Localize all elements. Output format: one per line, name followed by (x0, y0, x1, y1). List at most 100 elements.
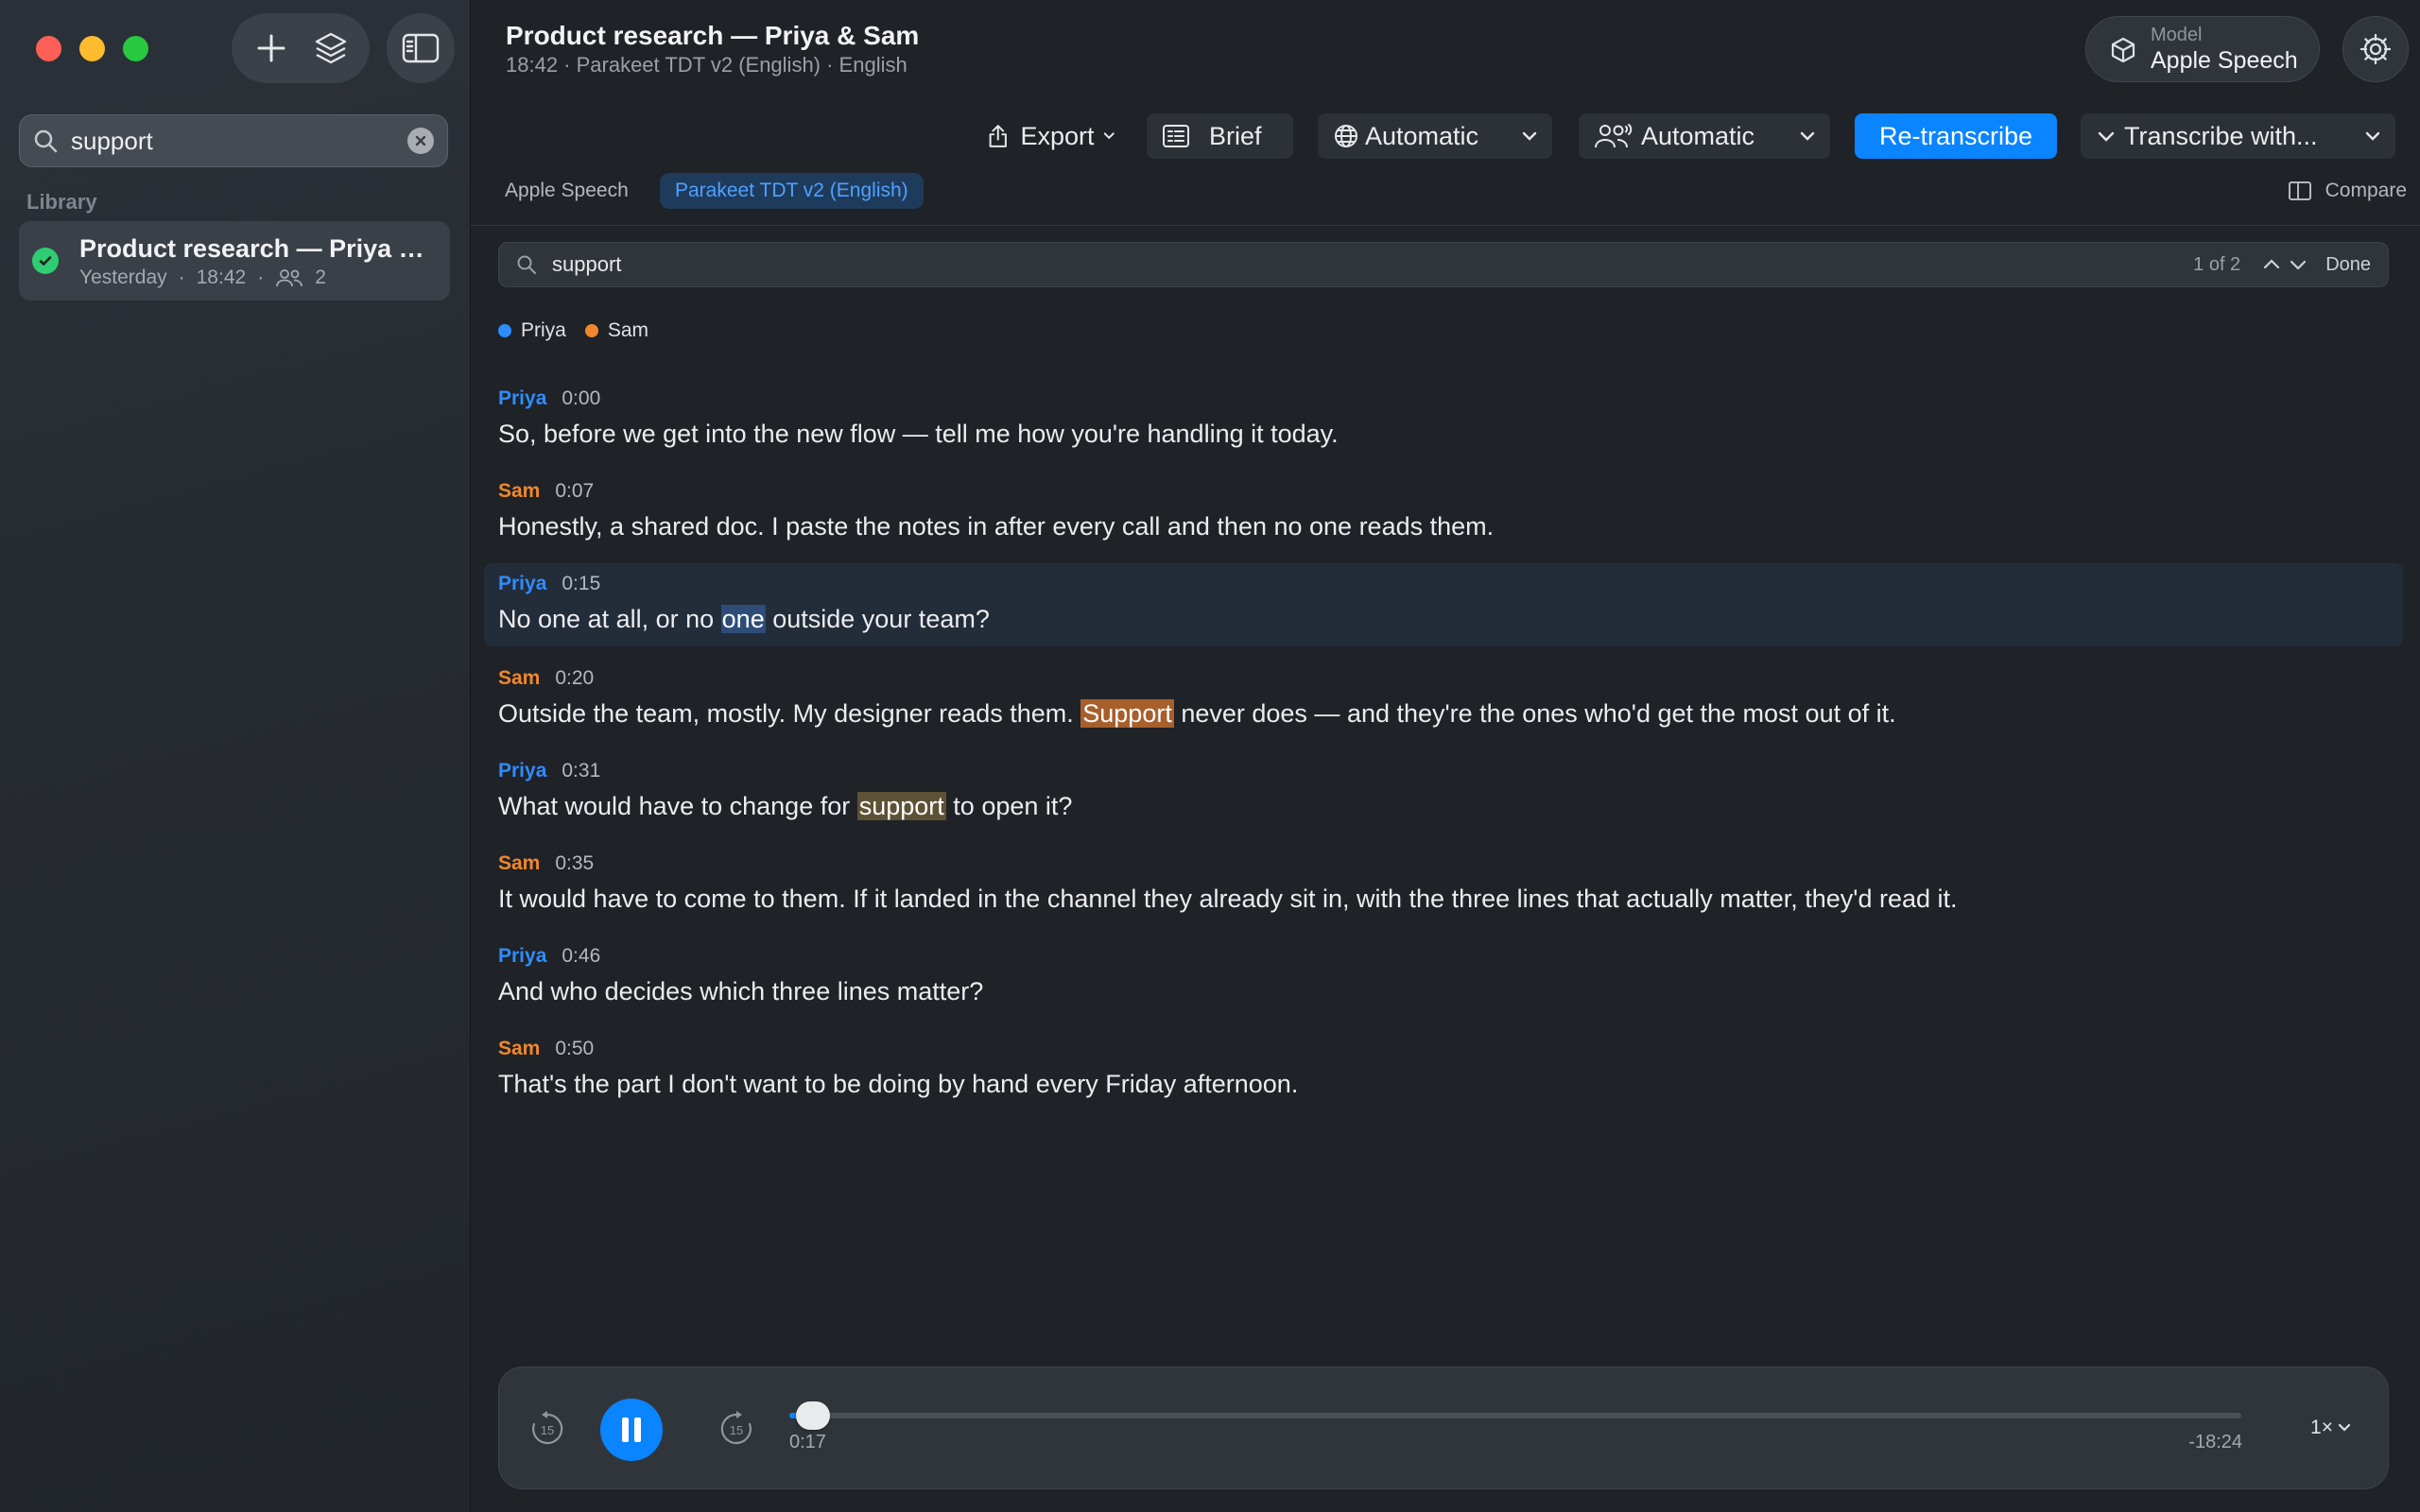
chevron-down-icon (2365, 131, 2380, 141)
segment-time[interactable]: 0:20 (555, 667, 594, 690)
new-recording-button[interactable] (245, 22, 298, 75)
clear-search-button[interactable] (407, 128, 434, 154)
skip-back-button[interactable]: 15 (527, 1409, 567, 1449)
transcript-segment-active[interactable]: Priya 0:15 No one at all, or no one outsi… (484, 563, 2403, 646)
brief-button[interactable]: Brief (1147, 113, 1293, 159)
pause-button[interactable] (600, 1399, 663, 1461)
brief-label: Brief (1209, 121, 1262, 150)
speaker-name: Sam (498, 667, 541, 689)
speakers-dropdown[interactable]: Automatic (1579, 113, 1830, 159)
speaker-name: Sam (498, 852, 541, 874)
segment-time[interactable]: 0:46 (562, 945, 600, 968)
transcript-segment[interactable]: Priya 0:46 And who decides which three li… (498, 945, 2389, 1006)
app-window: support Library Product research — Priya… (0, 0, 2420, 1512)
scrubber-handle[interactable] (795, 1401, 830, 1430)
playback-scrubber[interactable] (789, 1401, 2241, 1430)
audio-player: 15 15 0:17 -18:24 1× (498, 1366, 2389, 1489)
legend-dot (498, 324, 511, 337)
transcript-segment[interactable]: Sam 0:20 Outside the team, mostly. My des… (498, 667, 2389, 729)
current-word-highlight: one (720, 605, 766, 633)
language-dropdown[interactable]: Automatic (1318, 113, 1552, 159)
tab-apple-speech[interactable]: Apple Speech (490, 173, 644, 209)
segment-time[interactable]: 0:00 (562, 387, 600, 410)
library-section-label: Library (26, 190, 97, 214)
skip-back-15-icon: 15 (532, 1411, 563, 1445)
page-subtitle: 18:42 · Parakeet TDT v2 (English) · Engl… (506, 53, 908, 77)
segment-time[interactable]: 0:31 (562, 760, 600, 782)
playback-speed-dropdown[interactable]: 1× (2310, 1417, 2352, 1439)
skip-forward-seconds: 15 (730, 1423, 743, 1437)
layers-button[interactable] (304, 22, 357, 75)
speaker-name: Sam (498, 1038, 541, 1059)
chevron-down-icon (2338, 1423, 2351, 1432)
window-minimize-button[interactable] (79, 36, 105, 61)
plus-icon (257, 34, 285, 62)
language-value: Automatic (1365, 121, 1479, 150)
sidebar-search-field[interactable]: support (19, 114, 448, 167)
text-part: What would have to change for (498, 792, 857, 820)
library-item-participants: 2 (315, 266, 326, 288)
meta-separator: · (178, 266, 185, 288)
settings-button[interactable] (2342, 16, 2409, 82)
segment-time[interactable]: 0:50 (555, 1038, 594, 1060)
find-done-button[interactable]: Done (2325, 254, 2371, 276)
legend-label: Priya (521, 319, 566, 341)
segment-time[interactable]: 0:15 (562, 573, 600, 595)
transcript-segment[interactable]: Priya 0:31 What would have to change for … (498, 760, 2389, 821)
chevron-up-icon[interactable] (2261, 257, 2282, 272)
text-part: never does — and they're the ones who'd … (1173, 699, 1896, 728)
skip-forward-15-icon: 15 (720, 1411, 752, 1445)
segment-text: And who decides which three lines matter… (498, 977, 984, 1005)
transcript-segment[interactable]: Sam 0:35 It would have to come to them. I… (498, 852, 2389, 914)
legend-dot (584, 324, 598, 337)
checkmark-icon (32, 248, 59, 274)
pause-icon (622, 1418, 641, 1442)
segment-text: Outside the team, mostly. My designer re… (498, 699, 2389, 729)
transcript-segment[interactable]: Sam 0:07 Honestly, a shared doc. I paste … (498, 480, 2389, 541)
transcribe-with-label: Transcribe with... (2124, 121, 2318, 150)
playback-speed-value: 1× (2310, 1417, 2333, 1438)
export-button[interactable]: Export (972, 113, 1131, 159)
document-icon (1163, 125, 1189, 147)
find-input[interactable]: support (552, 252, 2193, 277)
retranscribe-button[interactable]: Re-transcribe (1855, 113, 2057, 159)
sidebar-actions (232, 13, 370, 83)
segment-time[interactable]: 0:35 (555, 852, 594, 875)
library-item[interactable]: Product research — Priya & S... Yesterda… (19, 221, 450, 301)
sidebar-search-input[interactable]: support (71, 127, 407, 156)
legend-item-sam: Sam (584, 319, 649, 342)
skip-back-seconds: 15 (541, 1423, 554, 1437)
tab-parakeet[interactable]: Parakeet TDT v2 (English) (660, 173, 924, 209)
find-bar: support 1 of 2 Done (498, 242, 2389, 287)
speaker-name: Priya (498, 945, 547, 967)
model-selector-button[interactable]: Model Apple Speech (2085, 16, 2320, 82)
skip-forward-button[interactable]: 15 (717, 1409, 756, 1449)
segment-text: What would have to change for support to… (498, 792, 2389, 821)
sidebar: support Library Product research — Priya… (0, 0, 471, 1512)
segment-time[interactable]: 0:07 (555, 480, 594, 503)
compare-button[interactable]: Compare (2288, 180, 2407, 202)
speaker-name: Sam (498, 480, 541, 502)
window-close-button[interactable] (36, 36, 61, 61)
segment-text: That's the part I don't want to be doing… (498, 1070, 1299, 1098)
transcribe-with-dropdown[interactable]: Transcribe with... (2081, 113, 2395, 159)
model-label: Model (2151, 25, 2203, 45)
search-icon (34, 129, 58, 153)
page-title: Product research — Priya & Sam (506, 21, 920, 50)
window-zoom-button[interactable] (123, 36, 148, 61)
library-item-date: Yesterday (79, 266, 167, 288)
elapsed-time: 0:17 (789, 1432, 826, 1452)
segment-text: Honestly, a shared doc. I paste the note… (498, 512, 1495, 541)
legend-label: Sam (607, 319, 649, 341)
segment-text: So, before we get into the new flow — te… (498, 420, 1339, 448)
library-item-title: Product research — Priya & S... (79, 234, 439, 263)
transcript-segment[interactable]: Sam 0:50 That's the part I don't want to … (498, 1038, 2389, 1099)
toggle-sidebar-button[interactable] (387, 13, 455, 83)
text-part: No one at all, or no (498, 605, 721, 633)
close-icon (415, 135, 426, 146)
compare-label: Compare (2325, 180, 2407, 201)
text-part: Outside the team, mostly. My designer re… (498, 699, 1081, 728)
find-match-count: 1 of 2 (2193, 253, 2241, 275)
transcript-segment[interactable]: Priya 0:00 So, before we get into the new… (498, 387, 2389, 449)
chevron-down-icon[interactable] (2288, 257, 2308, 272)
